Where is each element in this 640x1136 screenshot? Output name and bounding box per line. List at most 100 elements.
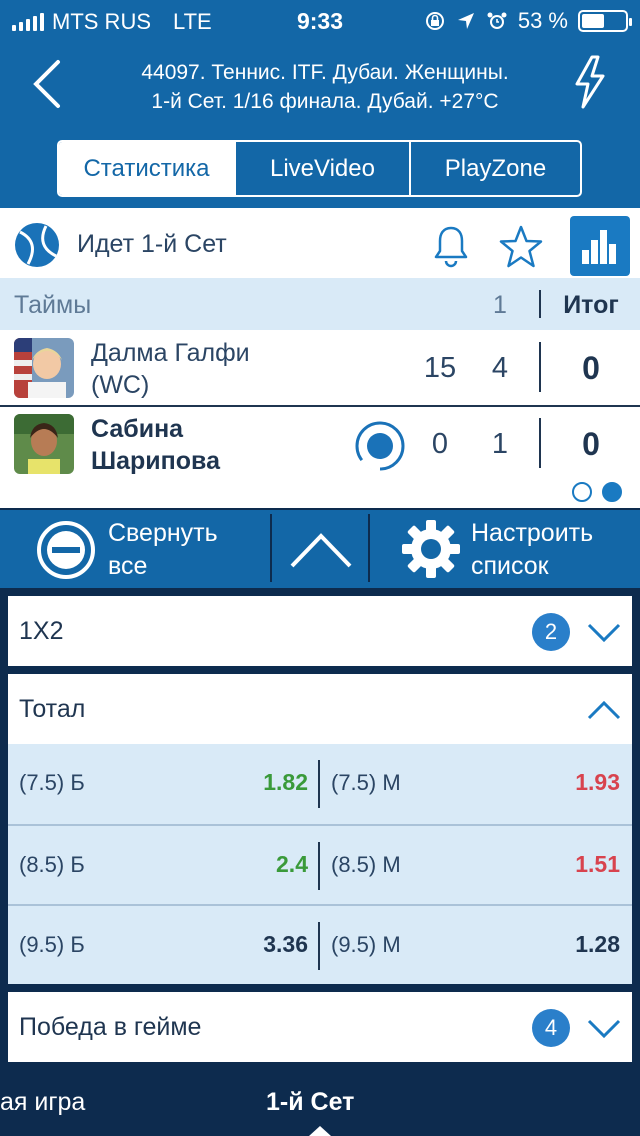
tab-statistics[interactable]: Статистика: [59, 142, 234, 195]
divider: [368, 514, 370, 582]
odds-row: (8.5) Б 2.4 (8.5) М 1.51: [8, 824, 632, 904]
total-header: Итог: [563, 291, 619, 319]
chevron-down-icon: [587, 623, 621, 643]
divider: [318, 842, 320, 890]
back-arrow-icon[interactable]: [28, 56, 68, 112]
divider: [318, 760, 320, 808]
odds-row: (9.5) Б 3.36 (9.5) М 1.28: [8, 904, 632, 984]
period-1-header: 1: [493, 291, 507, 319]
total-score: 0: [582, 350, 600, 386]
orientation-lock-icon: [425, 12, 444, 30]
page-dot-active[interactable]: [602, 482, 622, 502]
tab-livevideo[interactable]: LiveVideo: [234, 142, 409, 195]
match-title: 44097. Теннис. ITF. Дубаи. Женщины. 1-й …: [90, 58, 560, 116]
bar-chart-icon: [582, 230, 616, 264]
page-indicator: [572, 482, 622, 502]
over-odds[interactable]: 2.4: [276, 851, 308, 878]
match-info-panel: Идет 1-й Сет Таймы 1 Итог Далма Галфи (W…: [0, 208, 640, 508]
market-header[interactable]: Победа в гейме 4: [8, 992, 632, 1062]
periods-header: Таймы 1 Итог: [0, 278, 640, 330]
market-name: 1X2: [19, 617, 64, 645]
period-tab-strip: ая игра 1-й Сет: [0, 1072, 640, 1136]
location-icon: [457, 13, 474, 29]
odds-row: (7.5) Б 1.82 (7.5) М 1.93: [8, 744, 632, 824]
serve-indicator-icon: [355, 421, 405, 471]
market-count-badge: 4: [532, 1009, 570, 1047]
under-label[interactable]: (7.5) М: [331, 770, 401, 796]
configure-list-line1: Настроить: [471, 519, 594, 547]
divider: [539, 342, 541, 392]
under-label[interactable]: (9.5) М: [331, 932, 401, 958]
player-name: Далма Галфи (WC): [91, 337, 250, 401]
configure-list-line2: список: [471, 552, 549, 580]
match-title-line2: 1-й Сет. 1/16 финала. Дубай. +27°C: [151, 90, 499, 113]
match-status: Идет 1-й Сет: [77, 230, 227, 258]
under-odds[interactable]: 1.51: [575, 851, 620, 878]
chevron-up-icon: [587, 700, 621, 720]
divider: [318, 922, 320, 970]
player-name-line1: Сабина: [91, 415, 184, 443]
market-name: Тотал: [19, 695, 86, 723]
game-score: 0: [431, 428, 449, 460]
star-icon[interactable]: [498, 224, 544, 270]
tab-playzone[interactable]: PlayZone: [409, 142, 580, 195]
over-label[interactable]: (7.5) Б: [19, 770, 85, 796]
configure-list-label: Настроить список: [471, 517, 593, 583]
collapse-all-line2: все: [108, 552, 148, 580]
lightning-icon[interactable]: [568, 54, 612, 110]
configure-list-button[interactable]: Настроить список: [372, 510, 640, 588]
match-status-row: Идет 1-й Сет: [0, 208, 640, 278]
action-bar: Свернуть все Настроить список: [0, 510, 640, 588]
statistics-button[interactable]: [570, 216, 630, 276]
avatar: [14, 414, 74, 474]
alarm-icon: [487, 12, 507, 29]
market-name: Победа в гейме: [19, 1013, 202, 1041]
divider: [539, 290, 541, 318]
collapse-all-button[interactable]: Свернуть все: [0, 510, 270, 588]
game-score: 15: [423, 352, 457, 384]
collapse-icon: [37, 521, 95, 579]
tab-bar: Статистика LiveVideo PlayZone: [57, 140, 582, 197]
player-name: Сабина Шарипова: [91, 413, 220, 477]
tab-set-1[interactable]: 1-й Сет: [266, 1088, 354, 1117]
under-label[interactable]: (8.5) М: [331, 852, 401, 878]
market-header[interactable]: 1X2 2: [8, 596, 632, 666]
bell-icon[interactable]: [432, 224, 470, 268]
player-row: Сабина Шарипова 0 1 0: [0, 408, 640, 482]
set-1-score: 1: [491, 428, 509, 460]
header: MTS RUS LTE 9:33 53 % 44097. Теннис. ITF…: [0, 0, 640, 208]
chevron-up-icon: [290, 533, 352, 568]
over-label[interactable]: (9.5) Б: [19, 932, 85, 958]
player-name-line2: Шарипова: [91, 447, 220, 475]
player-name-line1: Далма Галфи: [91, 339, 250, 367]
battery-percent: 53 %: [517, 8, 568, 33]
divider: [270, 514, 272, 582]
under-odds[interactable]: 1.28: [575, 931, 620, 958]
avatar: [14, 338, 74, 398]
set-1-score: 4: [491, 352, 509, 384]
over-label[interactable]: (8.5) Б: [19, 852, 85, 878]
match-title-line1: 44097. Теннис. ITF. Дубаи. Женщины.: [141, 61, 509, 84]
page-dot[interactable]: [572, 482, 592, 502]
player-row: Далма Галфи (WC) 15 4 0: [0, 332, 640, 406]
over-odds[interactable]: 1.82: [263, 769, 308, 796]
divider: [539, 418, 541, 468]
market-game-win[interactable]: Победа в гейме 4: [8, 992, 632, 1062]
market-header[interactable]: Тотал: [8, 674, 632, 744]
tennis-ball-icon: [15, 223, 59, 267]
tab-previous-period[interactable]: ая игра: [0, 1088, 85, 1117]
over-odds[interactable]: 3.36: [263, 931, 308, 958]
scroll-up-button[interactable]: [274, 510, 368, 588]
gear-icon: [402, 520, 460, 578]
collapse-all-label: Свернуть все: [108, 517, 218, 583]
battery-icon: [578, 10, 632, 32]
periods-label: Таймы: [14, 291, 92, 319]
market-1x2[interactable]: 1X2 2: [8, 596, 632, 666]
odds-list: (7.5) Б 1.82 (7.5) М 1.93 (8.5) Б 2.4 (8…: [8, 744, 632, 984]
total-score: 0: [582, 426, 600, 462]
status-bar: MTS RUS LTE 9:33 53 %: [0, 0, 640, 40]
chevron-down-icon: [587, 1019, 621, 1039]
market-count-badge: 2: [532, 613, 570, 651]
under-odds[interactable]: 1.93: [575, 769, 620, 796]
active-tab-caret: [309, 1126, 331, 1136]
